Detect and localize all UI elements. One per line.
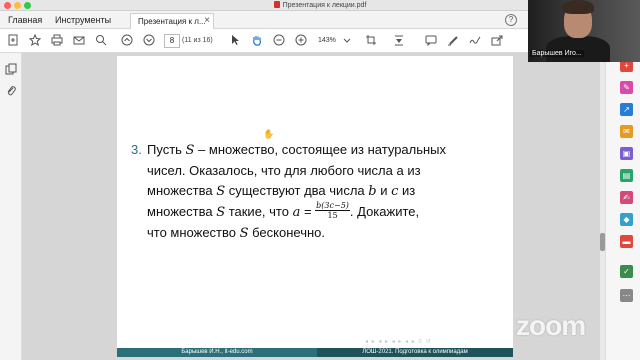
search-icon[interactable]	[94, 34, 108, 48]
zoom-in-icon[interactable]	[294, 34, 308, 48]
organize-pages-icon[interactable]: ▤	[620, 169, 633, 182]
slide-footer-title: ЛОШ-2021. Подготовка к олимпиадам	[317, 348, 513, 357]
crop-icon[interactable]	[364, 34, 378, 48]
more-tools-icon[interactable]: ⋯	[620, 289, 633, 302]
email-icon[interactable]	[72, 34, 86, 48]
attachment-icon[interactable]	[4, 85, 18, 99]
pdf-file-icon	[273, 1, 280, 8]
problem-number: 3.	[131, 142, 142, 157]
document-tab-label: Презентация к л...	[138, 17, 206, 26]
combine-files-icon[interactable]: ▣	[620, 147, 633, 160]
sign-icon[interactable]	[468, 34, 482, 48]
redact-icon[interactable]: ▬	[620, 235, 633, 248]
zoom-out-icon[interactable]	[272, 34, 286, 48]
scroll-mode-icon[interactable]	[392, 34, 406, 48]
fraction: b(3c−5) 15	[315, 201, 350, 221]
comment-tool-icon[interactable]: ✉	[620, 125, 633, 138]
protect-icon[interactable]: ◆	[620, 213, 633, 226]
export-pdf-icon[interactable]: ↗	[620, 103, 633, 116]
beamer-navigation-icons[interactable]: ◂ ▸ ◂ ▸ ◂ ▸ ◂ ▸ ≡ ↺	[365, 338, 432, 345]
close-tab-icon[interactable]: ×	[204, 15, 210, 26]
page-thumbnails-icon[interactable]	[4, 63, 18, 77]
comment-icon[interactable]	[424, 34, 438, 48]
page-up-icon[interactable]	[120, 34, 134, 48]
pdf-page: ✋ 3. Пусть S – множество, состоящее из н…	[117, 56, 513, 357]
share-icon[interactable]	[490, 34, 504, 48]
participant-body	[546, 36, 610, 62]
problem-statement: 3. Пусть S – множество, состоящее из нат…	[131, 140, 511, 244]
zoom-level[interactable]: 143%	[318, 37, 336, 44]
select-cursor-icon[interactable]	[228, 34, 242, 48]
hand-cursor-icon: ✋	[263, 129, 275, 139]
add-file-icon[interactable]	[6, 34, 20, 48]
help-icon[interactable]: ?	[505, 14, 517, 26]
zoom-logo-watermark: zoom	[516, 310, 586, 341]
zoom-dropdown-icon[interactable]	[340, 34, 354, 48]
toolbar: 8 (11 из 16) 143%	[0, 29, 528, 53]
print-icon[interactable]	[50, 34, 64, 48]
tab-home[interactable]: Главная	[8, 15, 42, 25]
slide-footer-author: Барышев И.Н., it-edu.com	[117, 348, 317, 357]
highlight-icon[interactable]	[446, 34, 460, 48]
problem-text: Пусть S – множество, состоящее из натура…	[147, 142, 447, 241]
edit-pdf-icon[interactable]: ✎	[620, 81, 633, 94]
participant-hair	[562, 0, 594, 14]
page-down-icon[interactable]	[142, 34, 156, 48]
participant-name: Барышев Иго...	[530, 50, 584, 57]
right-tools-panel: + ✎ ↗ ✉ ▣ ▤ ✍ ◆ ▬ ✓ ⋯	[605, 53, 640, 360]
page-count: (11 из 16)	[182, 37, 213, 44]
bookmark-icon[interactable]	[28, 33, 42, 48]
send-for-review-icon[interactable]: ✓	[620, 265, 633, 278]
tab-tools[interactable]: Инструменты	[55, 15, 111, 25]
tab-document[interactable]: Презентация к л... ×	[130, 13, 214, 29]
video-participant-tile[interactable]: Барышев Иго...	[528, 0, 640, 62]
page-number-input[interactable]: 8	[164, 34, 180, 48]
left-sidebar	[0, 53, 22, 360]
hand-icon[interactable]	[250, 34, 264, 48]
fill-sign-icon[interactable]: ✍	[620, 191, 633, 204]
